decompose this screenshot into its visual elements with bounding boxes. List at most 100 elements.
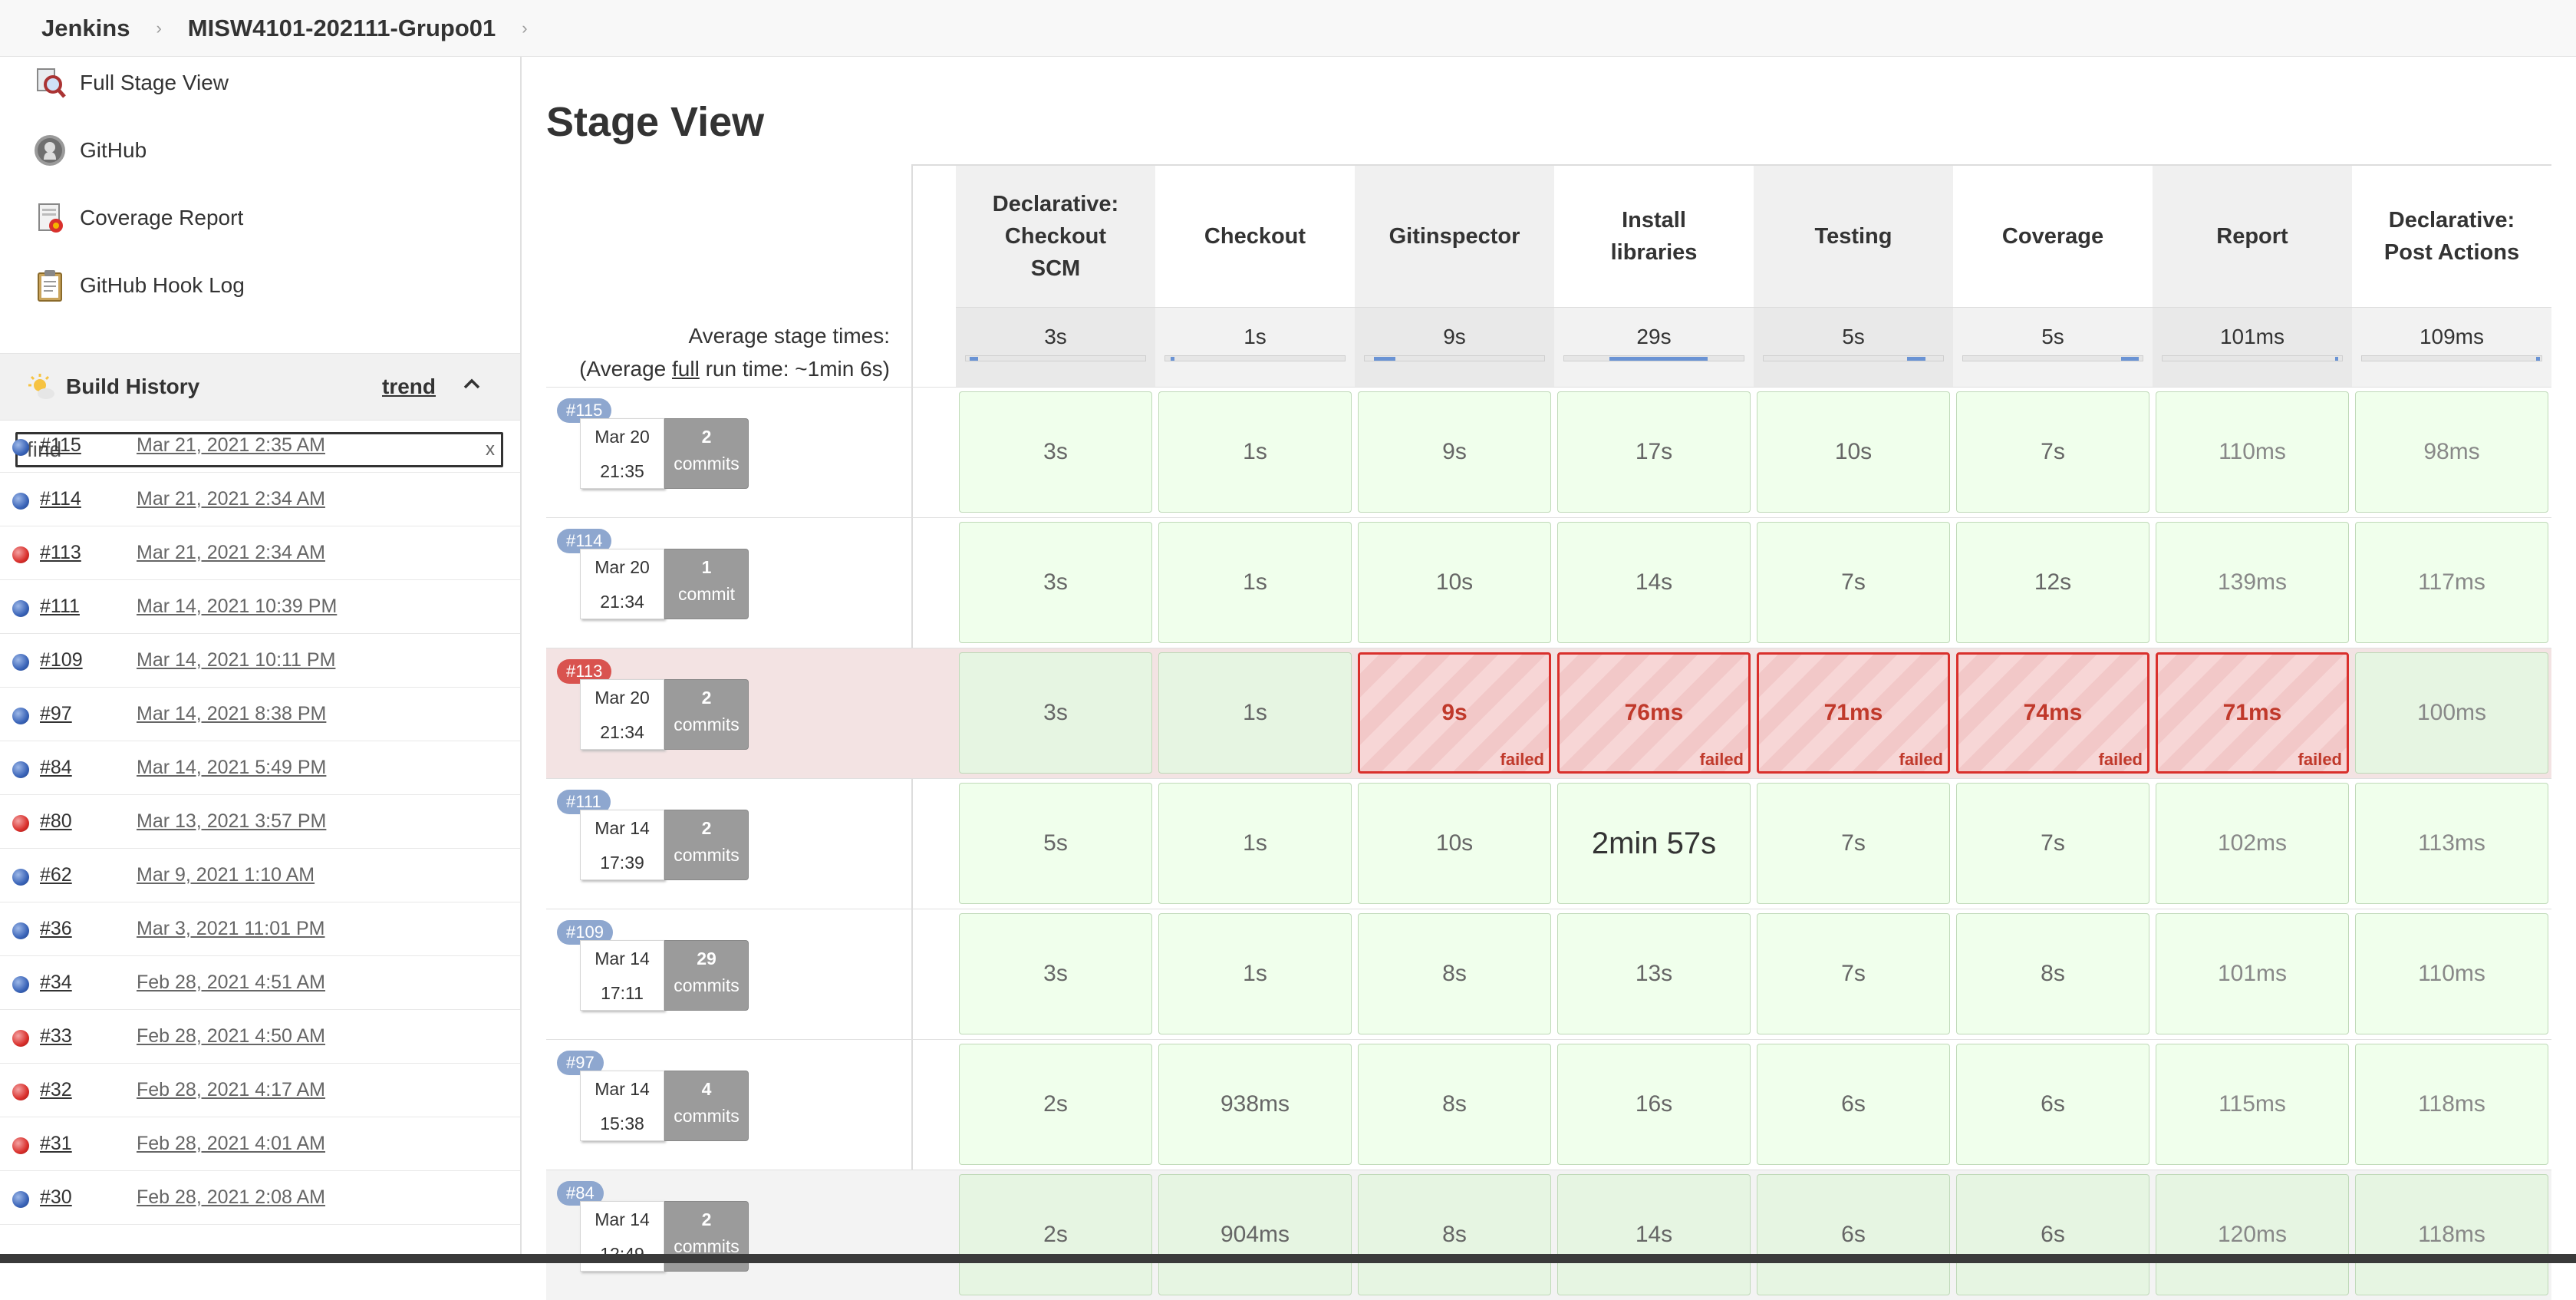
build-number-link[interactable]: #114 [40, 488, 81, 510]
stage-cell[interactable]: 6s [1956, 1174, 2149, 1295]
stage-cell[interactable]: 7s [1956, 391, 2149, 513]
build-history-row[interactable]: #62 Mar 9, 2021 1:10 AM [0, 849, 520, 902]
build-number-link[interactable]: #97 [40, 703, 72, 725]
stage-cell[interactable]: 7s [1757, 913, 1950, 1034]
stage-cell[interactable]: 938ms [1158, 1044, 1352, 1165]
build-date-link[interactable]: Mar 14, 2021 10:11 PM [137, 649, 335, 671]
build-date-link[interactable]: Mar 21, 2021 2:35 AM [137, 434, 325, 457]
stage-cell[interactable]: 8s [1358, 1174, 1551, 1295]
build-number-link[interactable]: #62 [40, 864, 72, 886]
stage-cell[interactable]: 2s [959, 1044, 1152, 1165]
build-history-row[interactable]: #113 Mar 21, 2021 2:34 AM [0, 526, 520, 580]
stage-cell[interactable]: 8s [1358, 1044, 1551, 1165]
stage-cell[interactable]: 3s [959, 391, 1152, 513]
task-full-stage-view[interactable]: Full Stage View [31, 60, 229, 106]
stage-cell[interactable]: 110ms [2156, 391, 2349, 513]
build-date-link[interactable]: Feb 28, 2021 4:50 AM [137, 1025, 325, 1048]
stage-cell[interactable]: 1s [1158, 913, 1352, 1034]
stage-cell-failed[interactable]: 9s failed [1358, 652, 1551, 774]
run-commits-button[interactable]: 2 commits [664, 418, 749, 489]
build-history-row[interactable]: #80 Mar 13, 2021 3:57 PM [0, 795, 520, 849]
stage-cell[interactable]: 117ms [2355, 522, 2548, 643]
task-github-hook-log[interactable]: GitHub Hook Log [31, 262, 245, 309]
build-history-row[interactable]: #36 Mar 3, 2021 11:01 PM [0, 902, 520, 956]
build-date-link[interactable]: Mar 13, 2021 3:57 PM [137, 810, 326, 833]
build-history-row[interactable]: #33 Feb 28, 2021 4:50 AM [0, 1010, 520, 1064]
stage-cell[interactable]: 8s [1358, 913, 1551, 1034]
stage-cell[interactable]: 110ms [2355, 913, 2548, 1034]
build-date-link[interactable]: Feb 28, 2021 4:01 AM [137, 1133, 325, 1155]
build-date-link[interactable]: Mar 9, 2021 1:10 AM [137, 864, 315, 886]
stage-cell-failed[interactable]: 76ms failed [1557, 652, 1751, 774]
build-history-row[interactable]: #34 Feb 28, 2021 4:51 AM [0, 956, 520, 1010]
run-commits-button[interactable]: 2 commits [664, 810, 749, 880]
build-history-row[interactable]: #30 Feb 28, 2021 2:08 AM [0, 1171, 520, 1225]
build-history-row[interactable]: #109 Mar 14, 2021 10:11 PM [0, 634, 520, 688]
stage-cell[interactable]: 6s [1757, 1174, 1950, 1295]
build-date-link[interactable]: Feb 28, 2021 4:17 AM [137, 1079, 325, 1101]
stage-cell[interactable]: 17s [1557, 391, 1751, 513]
full-run-link[interactable]: full [672, 357, 700, 381]
stage-cell[interactable]: 100ms [2355, 652, 2548, 774]
stage-cell[interactable]: 3s [959, 652, 1152, 774]
task-github[interactable]: GitHub [31, 127, 147, 173]
breadcrumb-jenkins[interactable]: Jenkins [41, 15, 130, 42]
trend-link[interactable]: trend [382, 374, 436, 399]
build-number-link[interactable]: #33 [40, 1025, 72, 1048]
task-coverage-report[interactable]: Coverage Report [31, 195, 243, 241]
stage-cell[interactable]: 118ms [2355, 1044, 2548, 1165]
stage-cell[interactable]: 2min 57s [1557, 783, 1751, 904]
stage-cell-failed[interactable]: 71ms failed [1757, 652, 1950, 774]
build-number-link[interactable]: #36 [40, 918, 72, 940]
stage-cell[interactable]: 14s [1557, 522, 1751, 643]
stage-cell[interactable]: 102ms [2156, 783, 2349, 904]
build-history-row[interactable]: #32 Feb 28, 2021 4:17 AM [0, 1064, 520, 1117]
stage-cell[interactable]: 8s [1956, 913, 2149, 1034]
build-number-link[interactable]: #30 [40, 1186, 72, 1209]
breadcrumb-separator-menu[interactable]: › [522, 18, 527, 38]
build-number-link[interactable]: #31 [40, 1133, 72, 1155]
stage-cell[interactable]: 1s [1158, 652, 1352, 774]
build-date-link[interactable]: Feb 28, 2021 4:51 AM [137, 972, 325, 994]
bottom-scrollbar[interactable] [0, 1254, 2576, 1263]
stage-cell[interactable]: 16s [1557, 1044, 1751, 1165]
collapse-chevron-icon[interactable] [460, 372, 483, 395]
run-commits-button[interactable]: 1 commit [664, 549, 749, 619]
stage-cell[interactable]: 139ms [2156, 522, 2349, 643]
stage-cell[interactable]: 13s [1557, 913, 1751, 1034]
stage-cell[interactable]: 2s [959, 1174, 1152, 1295]
stage-cell[interactable]: 6s [1757, 1044, 1950, 1165]
stage-cell-failed[interactable]: 74ms failed [1956, 652, 2149, 774]
build-number-link[interactable]: #115 [40, 434, 81, 457]
stage-cell[interactable]: 118ms [2355, 1174, 2548, 1295]
stage-cell[interactable]: 120ms [2156, 1174, 2349, 1295]
stage-cell[interactable]: 1s [1158, 783, 1352, 904]
stage-cell[interactable]: 1s [1158, 391, 1352, 513]
stage-cell-failed[interactable]: 71ms failed [2156, 652, 2349, 774]
build-number-link[interactable]: #109 [40, 649, 83, 671]
stage-cell[interactable]: 904ms [1158, 1174, 1352, 1295]
build-number-link[interactable]: #113 [40, 542, 81, 564]
stage-cell[interactable]: 115ms [2156, 1044, 2349, 1165]
build-number-link[interactable]: #32 [40, 1079, 72, 1101]
build-number-link[interactable]: #80 [40, 810, 72, 833]
build-number-link[interactable]: #34 [40, 972, 72, 994]
stage-cell[interactable]: 7s [1757, 522, 1950, 643]
build-date-link[interactable]: Mar 21, 2021 2:34 AM [137, 542, 325, 564]
build-number-link[interactable]: #111 [40, 596, 80, 618]
build-history-row[interactable]: #114 Mar 21, 2021 2:34 AM [0, 473, 520, 526]
stage-cell[interactable]: 101ms [2156, 913, 2349, 1034]
build-date-link[interactable]: Mar 14, 2021 5:49 PM [137, 757, 326, 779]
breadcrumb-project[interactable]: MISW4101-202111-Grupo01 [188, 15, 496, 42]
stage-cell[interactable]: 7s [1757, 783, 1950, 904]
build-history-row[interactable]: #97 Mar 14, 2021 8:38 PM [0, 688, 520, 741]
stage-cell[interactable]: 1s [1158, 522, 1352, 643]
stage-cell[interactable]: 12s [1956, 522, 2149, 643]
run-commits-button[interactable]: 4 commits [664, 1071, 749, 1141]
build-date-link[interactable]: Mar 3, 2021 11:01 PM [137, 918, 325, 940]
build-number-link[interactable]: #84 [40, 757, 72, 779]
stage-cell[interactable]: 7s [1956, 783, 2149, 904]
build-date-link[interactable]: Mar 14, 2021 10:39 PM [137, 596, 337, 618]
build-date-link[interactable]: Mar 14, 2021 8:38 PM [137, 703, 326, 725]
stage-cell[interactable]: 98ms [2355, 391, 2548, 513]
